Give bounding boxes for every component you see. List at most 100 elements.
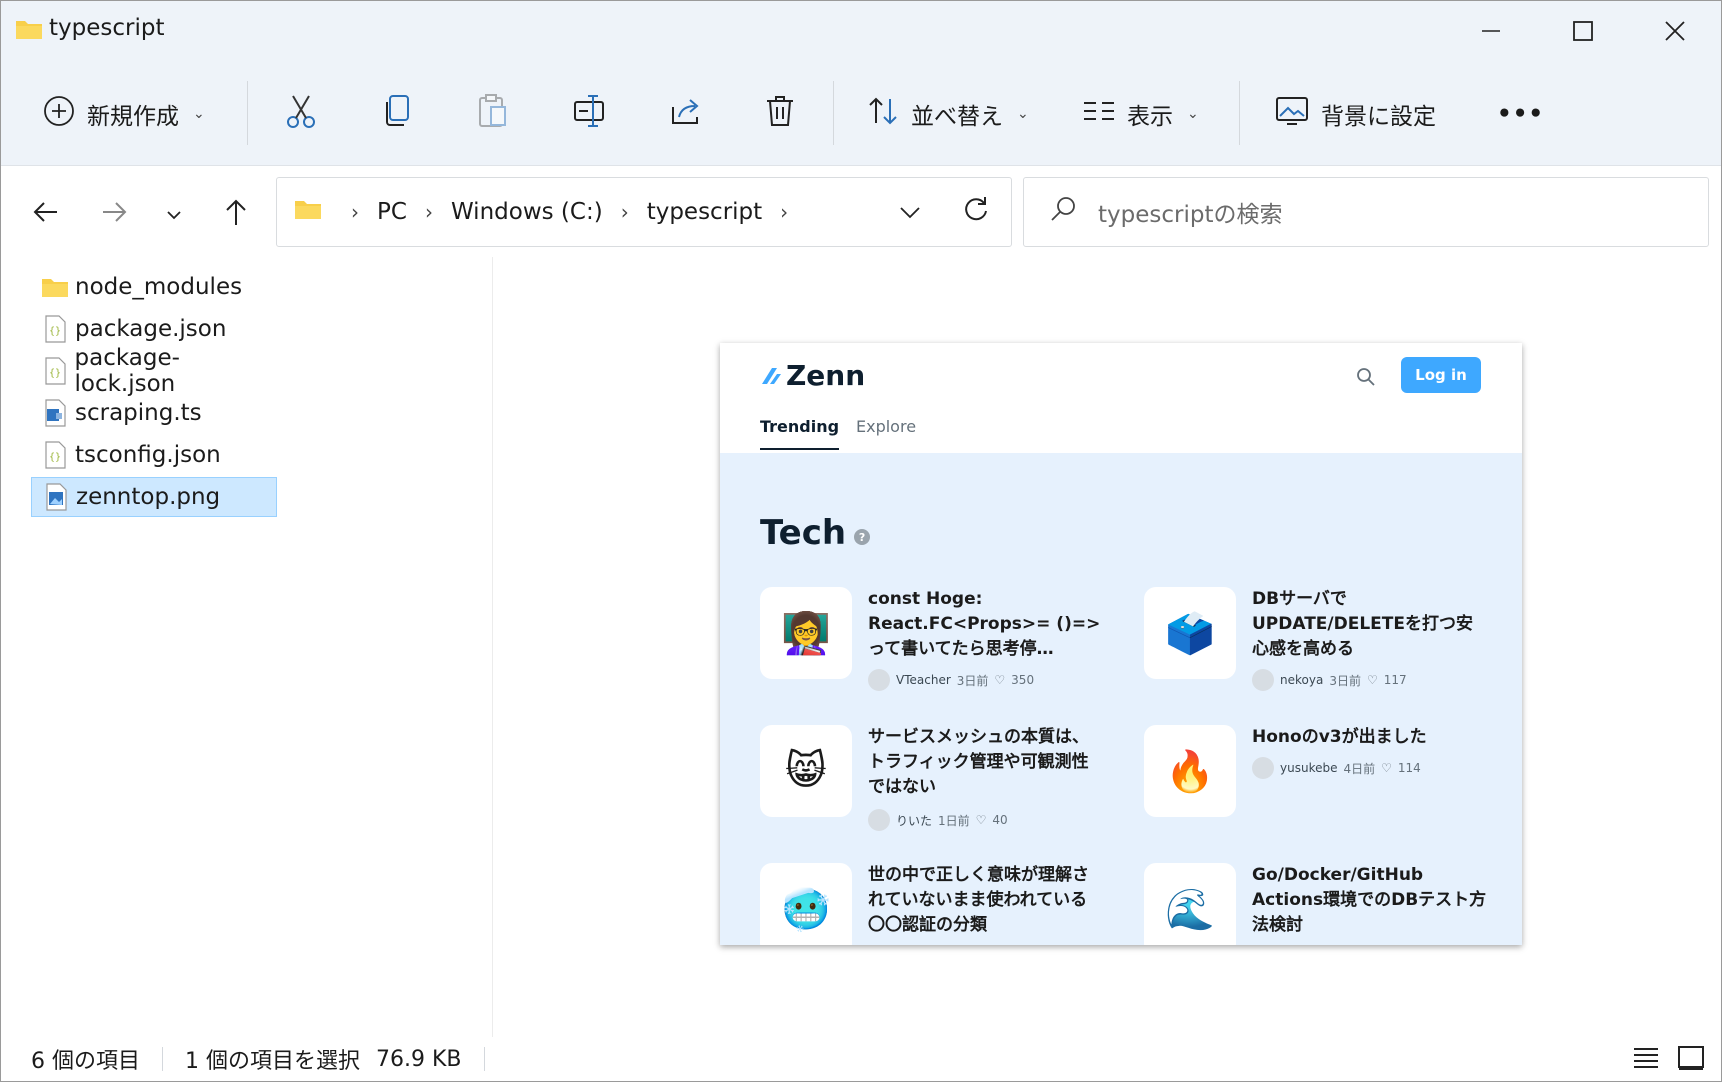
arrow-right-icon [101,201,127,227]
article-emoji: 🗳️ [1144,587,1236,679]
address-bar[interactable]: › PC › Windows (C:) › typescript › [276,177,1012,247]
article-time: 4日前 [1343,761,1376,776]
file-name: tsconfig.json [75,442,221,468]
file-name: scraping.ts [75,400,202,426]
list-item-package-lock-json[interactable]: {} package-lock.json [31,345,277,397]
zenn-logo-icon [762,367,781,384]
explorer-window: typescript 新規作成 ⌄ 並べ替え ⌄ 表示 ⌄ 背景に設定 ••• … [0,0,1722,1082]
forward-button[interactable] [89,189,139,239]
large-icons-view-button[interactable] [1677,1045,1705,1075]
up-button[interactable] [211,189,261,239]
ts-file-icon [41,399,69,427]
divider [1239,81,1240,145]
title-bar: typescript [1,1,1721,61]
file-name: package-lock.json [74,345,180,397]
sort-button[interactable]: 並べ替え ⌄ [867,61,1029,166]
search-placeholder: typescriptの検索 [1098,202,1283,228]
new-button[interactable]: 新規作成 ⌄ [43,61,205,166]
details-view-button[interactable] [1633,1045,1659,1073]
chevron-right-icon: › [620,200,629,224]
chevron-right-icon: › [780,200,789,224]
view-label: 表示 [1127,103,1173,130]
scissors-icon [285,93,317,135]
section-title: Tech ? [760,513,871,553]
article-title: const Hoge: React.FC<Props>= ()=>って書いてたら… [868,589,1101,659]
chevron-right-icon: › [424,200,433,224]
file-list: node_modules {} package.json {} package-… [1,257,493,1037]
json-file-icon: {} [41,441,69,469]
folder-icon [15,18,43,44]
chevron-down-icon: ⌄ [1187,105,1199,122]
back-button[interactable] [21,189,71,239]
breadcrumb-folder[interactable]: typescript [647,199,762,225]
search-box[interactable]: typescriptの検索 [1023,177,1709,247]
list-item-tsconfig-json[interactable]: {} tsconfig.json [31,435,277,475]
command-bar: 新規作成 ⌄ 並べ替え ⌄ 表示 ⌄ 背景に設定 ••• [1,61,1721,166]
desktop-background-icon [1275,96,1309,132]
address-dropdown-button[interactable] [899,200,921,226]
divider [833,81,834,145]
login-button: Log in [1401,357,1481,393]
avatar [868,809,890,831]
article-emoji: 🔥 [1144,725,1236,817]
chevron-down-icon: ⌄ [193,105,205,122]
item-count: 6 個の項目 [31,1049,140,1074]
list-view-icon [1083,100,1115,128]
image-preview: Zenn Log in Trending Explore Tech ? 👩‍🏫 … [720,343,1522,945]
heart-icon: ♡ [1381,761,1392,775]
json-file-icon: {} [41,315,69,343]
chevron-right-icon: › [351,200,359,224]
paste-button[interactable] [477,61,509,166]
article-emoji: 🥶 [760,863,852,945]
more-button[interactable]: ••• [1497,61,1544,166]
author-name: yusukebe [1280,761,1338,775]
maximize-button[interactable] [1537,1,1629,61]
list-item-scraping-ts[interactable]: scraping.ts [31,393,277,433]
section-title-text: Tech [760,513,847,553]
share-button[interactable] [669,61,703,166]
svg-text:{}: {} [49,368,61,379]
article-time: 3日前 [1329,673,1361,688]
view-button[interactable]: 表示 ⌄ [1083,61,1199,166]
rename-icon [573,94,607,134]
minimize-button[interactable] [1445,1,1537,61]
list-item-package-json[interactable]: {} package.json [31,309,277,349]
article-card: 🗳️ DBサーバで UPDATE/DELETEを打つ安心感を高める nekoya… [1144,587,1474,707]
close-button[interactable] [1629,1,1721,61]
avatar [1252,757,1274,779]
article-time: 1日前 [938,813,970,828]
article-card: 👩‍🏫 const Hoge: React.FC<Props>= ()=>って書… [760,587,1100,707]
like-count: 114 [1397,761,1421,775]
tab-explore: Explore [856,417,917,436]
cut-button[interactable] [285,61,317,166]
article-card: 😸 サービスメッシュの本質は、トラフィック管理や可観測性ではない りいた 1日前… [760,725,1090,845]
list-item-zenntop-png[interactable]: zenntop.png [31,477,277,517]
breadcrumb-pc[interactable]: PC [377,199,407,225]
plus-circle-icon [43,95,75,133]
rename-button[interactable] [573,61,607,166]
author-name: VTeacher [896,673,951,687]
svg-text:{}: {} [49,452,61,463]
file-name: node_modules [75,274,243,300]
article-card: 🌊 Go/Docker/GitHub Actions環境でのDBテスト方法検討 [1144,863,1486,945]
copy-button[interactable] [383,61,411,166]
recent-locations-button[interactable] [149,189,199,239]
article-title: 世の中で正しく意味が理解されていないまま使われている〇〇認証の分類 [868,865,1089,935]
delete-button[interactable] [765,61,795,166]
search-icon [1356,367,1376,391]
arrow-left-icon [33,201,59,227]
chevron-down-icon [166,205,182,224]
article-title: DBサーバで UPDATE/DELETEを打つ安心感を高める [1252,589,1474,659]
divider [483,1047,485,1071]
breadcrumb-drive[interactable]: Windows (C:) [451,199,603,225]
zenn-header: Zenn Log in Trending Explore [720,343,1522,453]
list-item-node-modules[interactable]: node_modules [31,267,277,307]
new-label: 新規作成 [87,103,179,130]
article-meta: りいた 1日前 ♡ 40 [868,809,1008,831]
arrow-up-icon [224,198,248,230]
refresh-icon[interactable] [963,196,989,228]
article-card: 🥶 世の中で正しく意味が理解されていないまま使われている〇〇認証の分類 [760,863,1090,945]
window-title: typescript [49,15,165,41]
file-name: zenntop.png [76,484,221,510]
set-background-button[interactable]: 背景に設定 [1275,61,1436,166]
